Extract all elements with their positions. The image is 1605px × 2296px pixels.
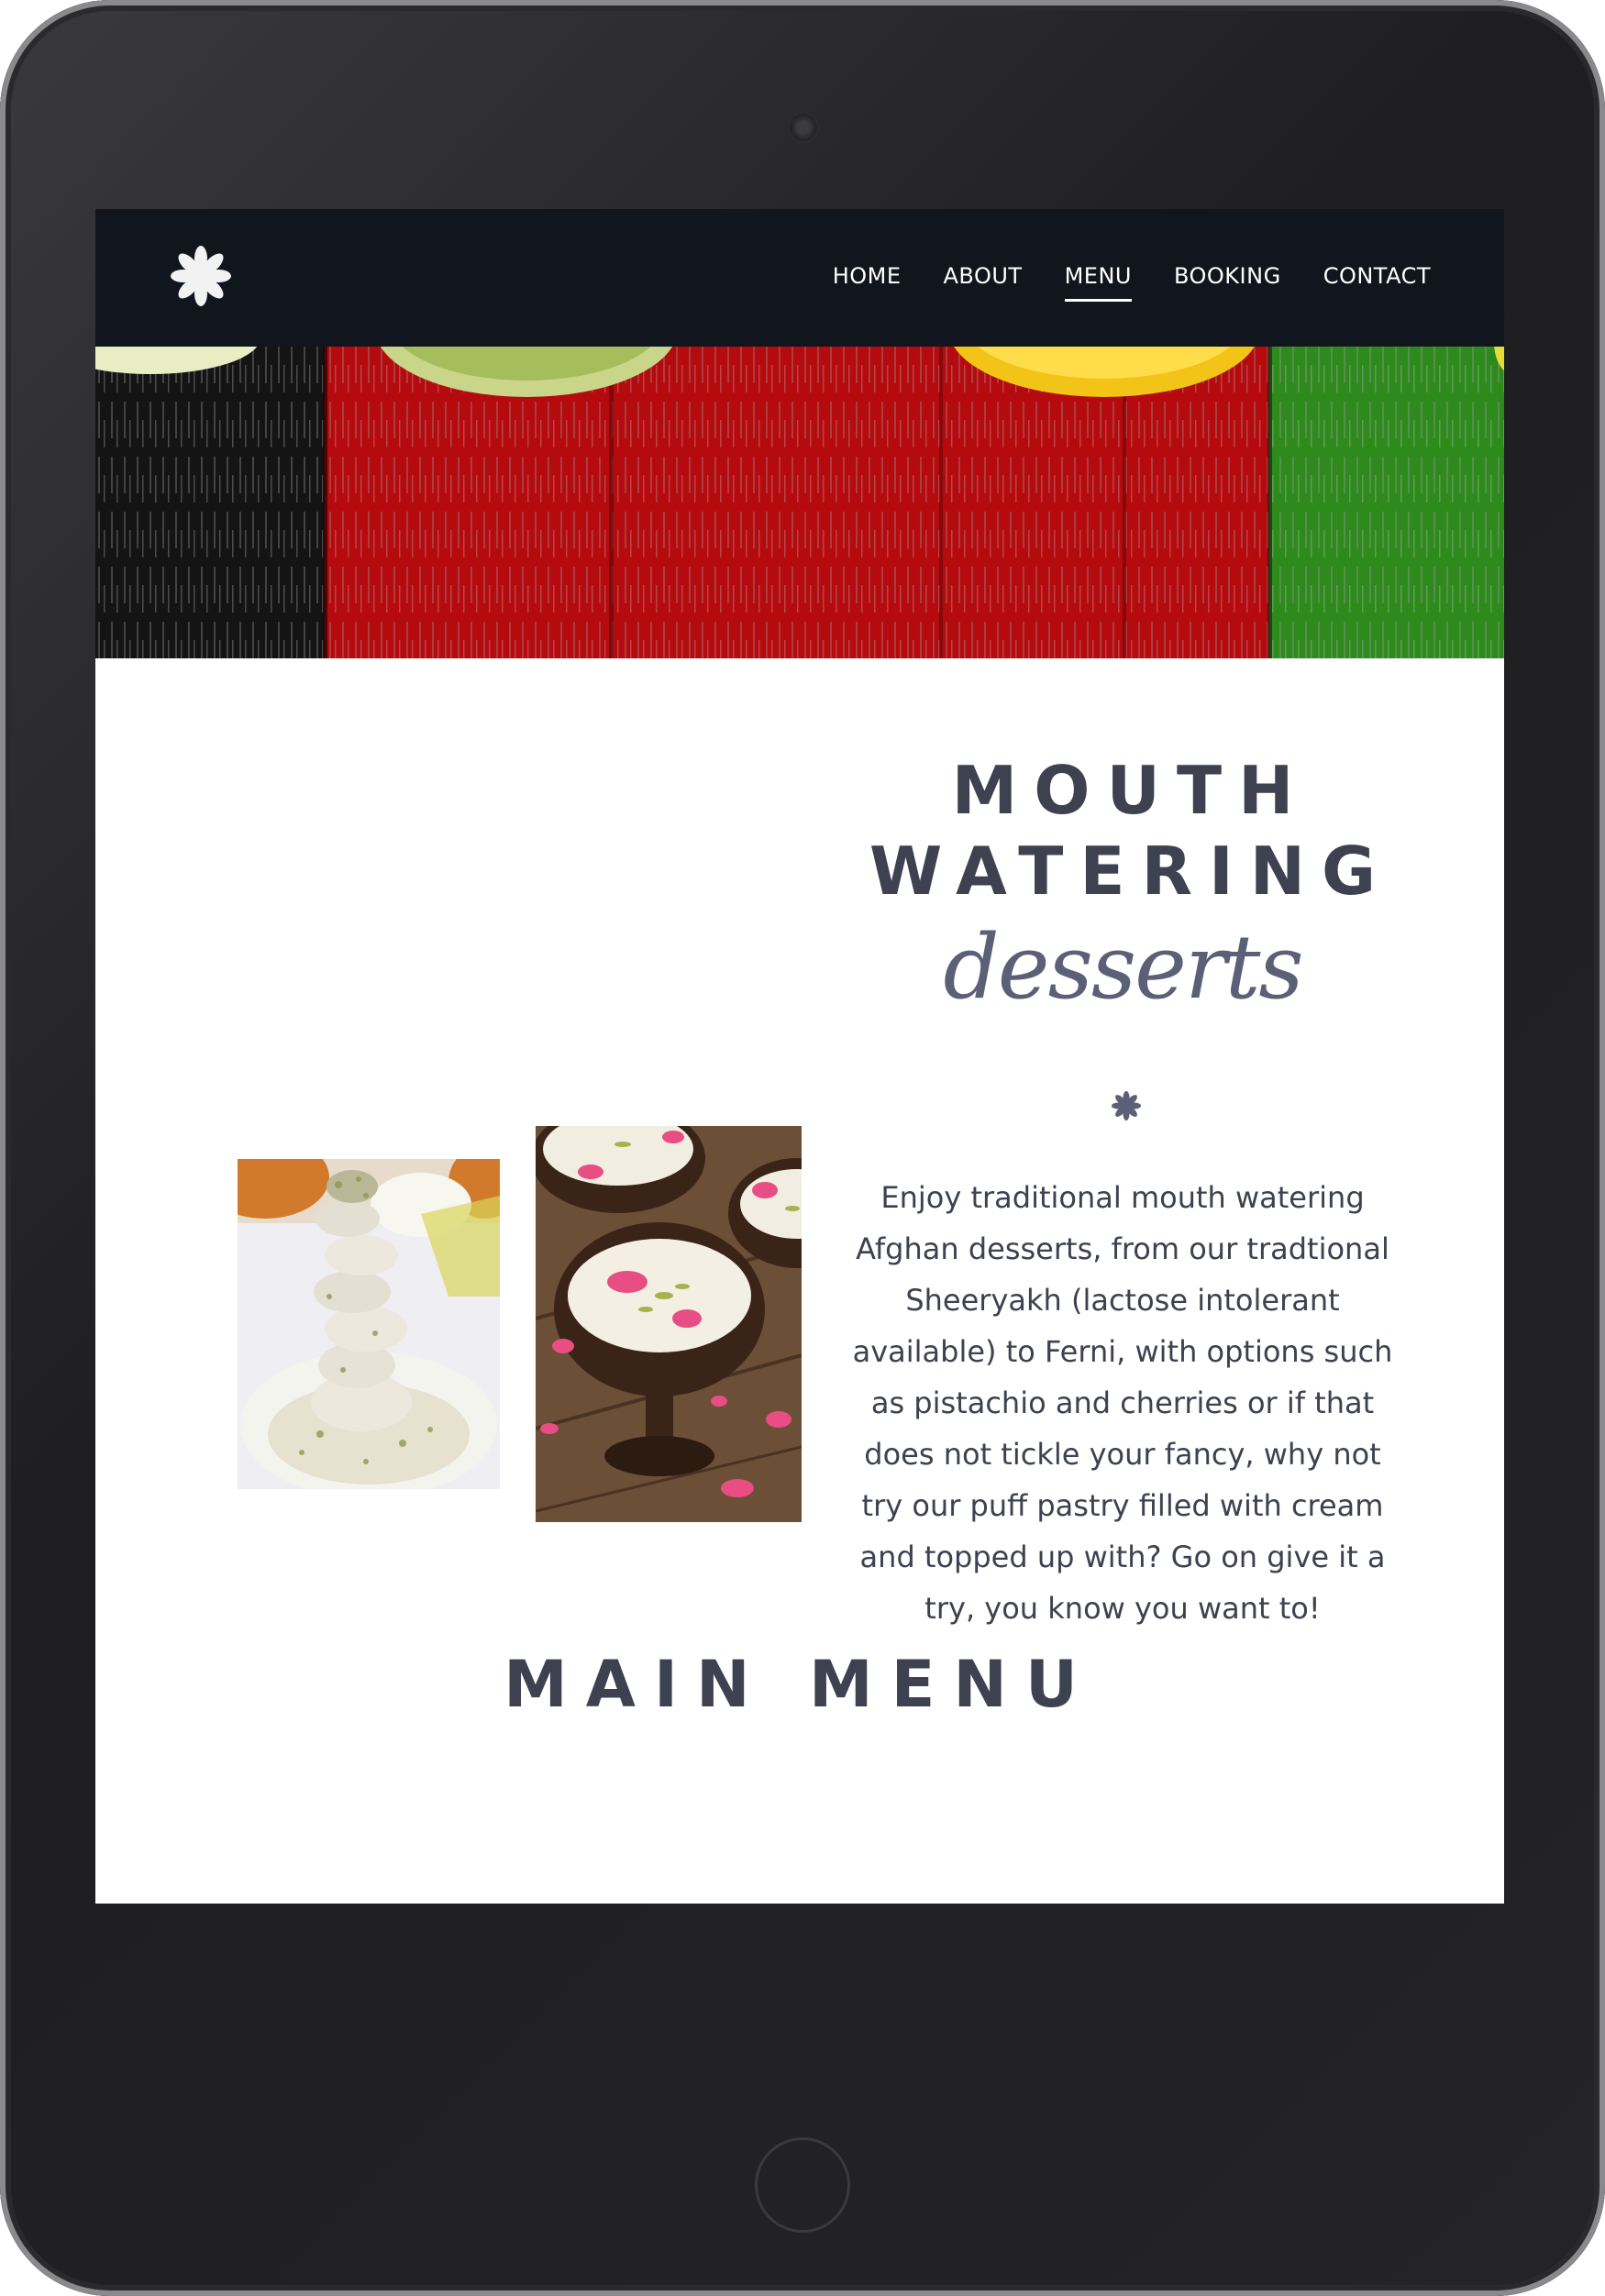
camera-icon: [790, 114, 817, 141]
hero-banner-image: [95, 347, 1504, 658]
headline-script: desserts: [943, 916, 1303, 1019]
navbar: HOME ABOUT MENU BOOKING CONTACT: [95, 209, 1504, 347]
screen: HOME ABOUT MENU BOOKING CONTACT MOUTH WA…: [95, 209, 1504, 1904]
nav-about[interactable]: ABOUT: [944, 263, 1023, 293]
nav-home[interactable]: HOME: [833, 263, 902, 293]
asterisk-flower-icon[interactable]: [169, 244, 233, 308]
headline-line-1: MOUTH: [951, 752, 1311, 829]
nav-booking[interactable]: BOOKING: [1174, 263, 1281, 293]
main-nav: HOME ABOUT MENU BOOKING CONTACT: [833, 209, 1431, 347]
section-title-main-menu: MAIN MENU: [504, 1647, 1096, 1722]
dessert-photo-stack: [238, 1159, 500, 1489]
home-button[interactable]: [755, 2137, 850, 2233]
dessert-headline: MOUTH WATERING desserts: [802, 750, 1444, 1018]
nav-menu[interactable]: MENU: [1064, 263, 1133, 302]
headline-line-2: WATERING: [869, 833, 1393, 910]
dessert-photo-bowls: [536, 1126, 802, 1522]
nav-contact[interactable]: CONTACT: [1323, 263, 1431, 293]
dessert-description: Enjoy traditional mouth watering Afghan …: [852, 1180, 1393, 1626]
asterisk-icon: [1110, 1089, 1143, 1122]
tablet-frame: HOME ABOUT MENU BOOKING CONTACT MOUTH WA…: [0, 0, 1605, 2296]
